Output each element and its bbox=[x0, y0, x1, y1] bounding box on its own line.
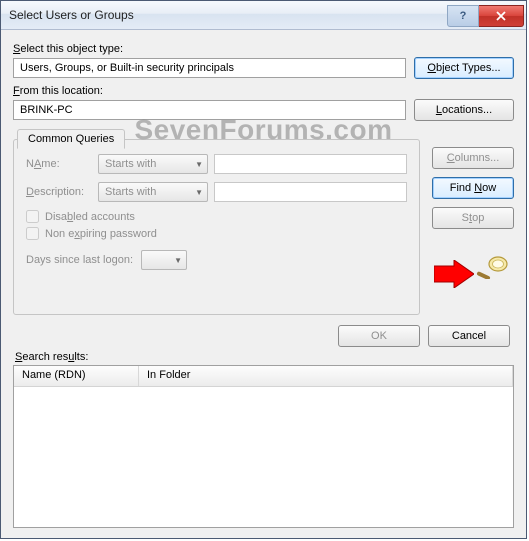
help-button[interactable]: ? bbox=[447, 5, 479, 27]
non-expiring-password-box[interactable] bbox=[26, 227, 39, 240]
object-type-field[interactable] bbox=[13, 58, 406, 78]
location-field[interactable] bbox=[13, 100, 406, 120]
days-since-logon-select[interactable]: ▼ bbox=[141, 250, 187, 270]
chevron-down-icon: ▼ bbox=[195, 160, 203, 169]
locations-button[interactable]: Locations... bbox=[414, 99, 514, 121]
stop-button[interactable]: Stop bbox=[432, 207, 514, 229]
results-header: Name (RDN) In Folder bbox=[14, 366, 513, 387]
search-results-label: Search results: bbox=[15, 351, 514, 363]
days-since-logon-label: Days since last logon: bbox=[26, 254, 133, 266]
disabled-accounts-checkbox[interactable]: Disabled accounts bbox=[26, 210, 407, 223]
days-since-logon-row: Days since last logon: ▼ bbox=[26, 250, 407, 270]
column-in-folder[interactable]: In Folder bbox=[139, 366, 513, 386]
common-queries-tab[interactable]: Common Queries bbox=[17, 129, 125, 149]
ok-button[interactable]: OK bbox=[338, 325, 420, 347]
find-icon-holder bbox=[432, 253, 514, 279]
disabled-accounts-box[interactable] bbox=[26, 210, 39, 223]
object-types-button[interactable]: Object Types... bbox=[414, 57, 514, 79]
non-expiring-password-checkbox[interactable]: Non expiring password bbox=[26, 227, 407, 240]
chevron-down-icon: ▼ bbox=[195, 188, 203, 197]
client-area: SevenForums.com Select this object type:… bbox=[1, 30, 526, 538]
find-icon bbox=[476, 253, 510, 279]
query-form: NAme: Starts with ▼ Description: Starts … bbox=[13, 139, 420, 315]
results-listview[interactable]: Name (RDN) In Folder bbox=[13, 365, 514, 528]
dialog-window: Select Users or Groups ? SevenForums.com… bbox=[0, 0, 527, 539]
description-input[interactable] bbox=[214, 182, 407, 202]
object-type-row: Object Types... bbox=[13, 57, 514, 79]
columns-button[interactable]: Columns... bbox=[432, 147, 514, 169]
location-label: From this location: bbox=[13, 85, 514, 97]
cancel-button[interactable]: Cancel bbox=[428, 325, 510, 347]
common-queries-group: Common Queries NAme: Starts with ▼ Descr… bbox=[13, 131, 514, 315]
close-button[interactable] bbox=[479, 5, 524, 27]
column-name-rdn[interactable]: Name (RDN) bbox=[14, 366, 139, 386]
find-now-button[interactable]: Find Now bbox=[432, 177, 514, 199]
close-icon bbox=[496, 11, 506, 21]
name-mode-select[interactable]: Starts with ▼ bbox=[98, 154, 208, 174]
description-mode-select[interactable]: Starts with ▼ bbox=[98, 182, 208, 202]
name-label: NAme: bbox=[26, 158, 92, 170]
object-type-label: Select this object type: bbox=[13, 43, 514, 55]
location-row: Locations... bbox=[13, 99, 514, 121]
window-title: Select Users or Groups bbox=[9, 8, 447, 22]
query-side-buttons: Columns... Find Now Stop bbox=[432, 131, 514, 315]
description-label: Description: bbox=[26, 186, 92, 198]
titlebar: Select Users or Groups ? bbox=[1, 1, 526, 30]
titlebar-buttons: ? bbox=[447, 5, 524, 25]
dialog-buttons: OK Cancel bbox=[13, 325, 510, 347]
chevron-down-icon: ▼ bbox=[174, 256, 182, 265]
help-icon: ? bbox=[460, 10, 467, 22]
name-input[interactable] bbox=[214, 154, 407, 174]
